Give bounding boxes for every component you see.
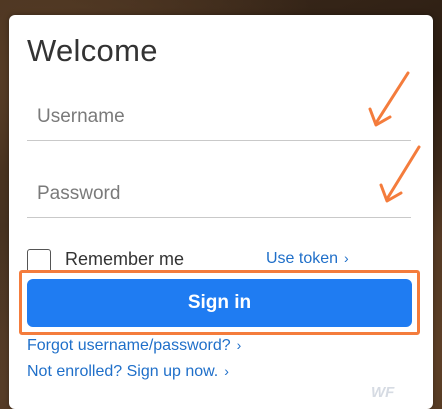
- chevron-right-icon: ›: [236, 337, 242, 353]
- password-input[interactable]: [27, 171, 411, 217]
- annotation-arrow-icon: [379, 145, 421, 203]
- remember-me-checkbox[interactable]: [27, 249, 51, 273]
- page-title: Welcome: [27, 33, 158, 68]
- annotation-arrow-icon: [368, 71, 410, 127]
- watermark-logo: WF: [371, 384, 395, 401]
- forgot-credentials-label: Forgot username/password?: [27, 337, 231, 354]
- username-field[interactable]: [27, 94, 411, 141]
- chevron-right-icon: ›: [344, 250, 349, 266]
- remember-me-label[interactable]: Remember me: [65, 249, 184, 270]
- login-card: Welcome Remember me Use token › Sign in F…: [9, 15, 433, 409]
- use-token-link[interactable]: Use token ›: [266, 250, 349, 268]
- forgot-credentials-link[interactable]: Forgot username/password? ›: [27, 337, 241, 355]
- sign-up-link[interactable]: Not enrolled? Sign up now. ›: [27, 363, 229, 381]
- chevron-right-icon: ›: [224, 363, 229, 379]
- username-input[interactable]: [27, 94, 411, 140]
- use-token-label: Use token: [266, 250, 339, 267]
- password-field[interactable]: [27, 171, 411, 218]
- sign-up-label: Not enrolled? Sign up now.: [27, 363, 219, 380]
- sign-in-button[interactable]: Sign in: [27, 279, 412, 327]
